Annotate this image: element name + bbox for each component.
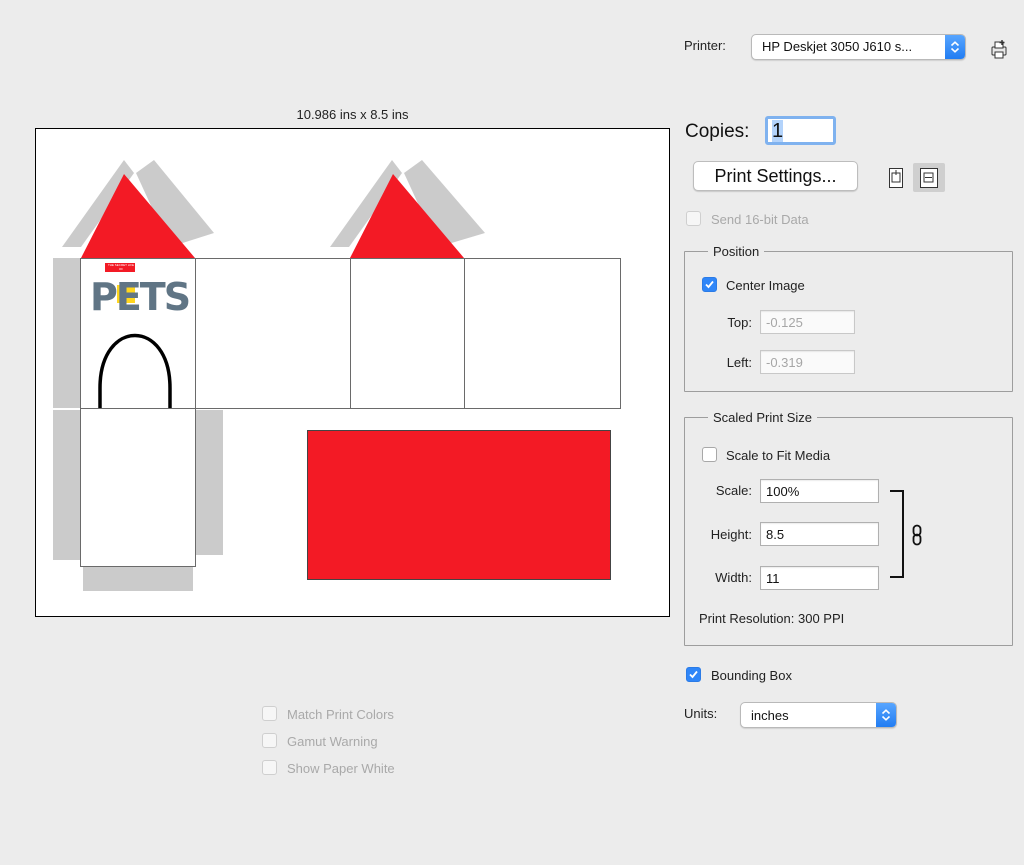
landscape-orientation-icon: [920, 168, 938, 188]
preview-logo-small: THE SECRET LIFE OF: [107, 263, 135, 271]
scale-to-fit-label: Scale to Fit Media: [726, 448, 831, 463]
left-field[interactable]: -0.319: [760, 350, 855, 374]
scale-label: Scale:: [715, 483, 752, 498]
center-image-checkbox[interactable]: [702, 277, 717, 292]
left-label: Left:: [726, 355, 752, 370]
show-paper-white-label: Show Paper White: [287, 761, 395, 776]
send-16bit-label: Send 16-bit Data: [711, 212, 809, 227]
scale-field[interactable]: 100%: [760, 479, 879, 503]
printer-popup[interactable]: HP Deskjet 3050 J610 s...: [751, 34, 966, 60]
print-resolution: Print Resolution: 300 PPI: [699, 611, 845, 626]
landscape-orientation-button[interactable]: [913, 163, 945, 192]
portrait-orientation-icon[interactable]: [886, 167, 906, 189]
scale-to-fit-checkbox[interactable]: [702, 447, 717, 462]
height-field[interactable]: 8.5: [760, 522, 879, 546]
copies-label: Copies:: [685, 121, 750, 142]
proportion-bracket: [890, 490, 904, 578]
send-16bit-checkbox[interactable]: [686, 211, 701, 226]
units-label: Units:: [684, 706, 718, 721]
match-print-colors-label: Match Print Colors: [287, 707, 394, 722]
show-paper-white-checkbox[interactable]: [262, 760, 277, 775]
scaled-print-size-title: Scaled Print Size: [708, 410, 817, 425]
preview-paper[interactable]: THE SECRET LIFE OF PETS: [37, 130, 639, 610]
top-field[interactable]: -0.125: [760, 310, 855, 334]
gamut-warning-checkbox[interactable]: [262, 733, 277, 748]
position-title: Position: [708, 244, 765, 259]
width-field[interactable]: 11: [760, 566, 879, 590]
bounding-box-label: Bounding Box: [711, 668, 792, 683]
units-popup-value: inches: [751, 708, 789, 723]
copies-input[interactable]: 1: [765, 116, 836, 145]
printer-popup-value: HP Deskjet 3050 J610 s...: [762, 39, 913, 54]
printer-setup-icon[interactable]: [989, 38, 1009, 60]
chevron-updown-icon: [945, 35, 965, 59]
chain-link-icon[interactable]: [911, 524, 923, 546]
center-image-label: Center Image: [726, 278, 805, 293]
top-label: Top:: [727, 315, 752, 330]
chevron-updown-icon: [876, 703, 896, 727]
width-label: Width:: [715, 570, 752, 585]
gamut-warning-label: Gamut Warning: [287, 734, 378, 749]
bounding-box-checkbox[interactable]: [686, 667, 701, 682]
printer-label: Printer:: [684, 38, 726, 53]
height-label: Height:: [710, 527, 752, 542]
copies-value: 1: [772, 120, 784, 142]
units-popup[interactable]: inches: [740, 702, 897, 728]
preview-logo-text: PETS: [90, 275, 191, 319]
preview-image: [53, 160, 621, 591]
preview-dimensions: 10.986 ins x 8.5 ins: [296, 107, 409, 122]
print-settings-button[interactable]: Print Settings...: [693, 161, 858, 191]
match-print-colors-checkbox[interactable]: [262, 706, 277, 721]
